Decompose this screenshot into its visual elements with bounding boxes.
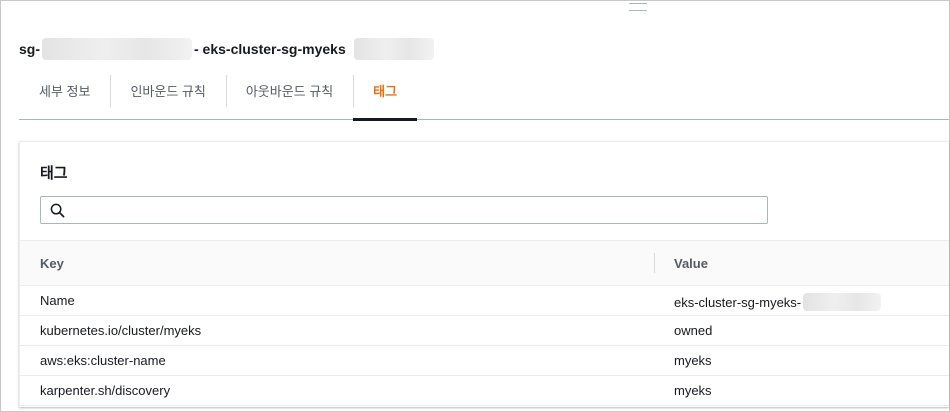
tags-table: Key Value Name eks-cluster-sg-myeks- kub…: [20, 240, 949, 406]
table-row: karpenter.sh/discovery myeks: [20, 376, 949, 406]
table-row: Name eks-cluster-sg-myeks-: [20, 286, 949, 316]
column-divider[interactable]: [654, 253, 655, 273]
search-icon: [50, 203, 65, 218]
tag-value: eks-cluster-sg-myeks-: [674, 293, 882, 311]
search-input[interactable]: [73, 197, 763, 225]
redacted-id: [42, 38, 192, 60]
column-header-key[interactable]: Key: [40, 256, 64, 271]
tag-key: Name: [40, 293, 75, 308]
panel-title: 태그: [40, 165, 68, 182]
tag-value: myeks: [674, 353, 712, 368]
page-title: sg- - eks-cluster-sg-myeks: [19, 38, 434, 60]
drag-handle-icon[interactable]: [629, 3, 647, 11]
table-row: aws:eks:cluster-name myeks: [20, 346, 949, 376]
tab-details[interactable]: 세부 정보: [19, 71, 110, 119]
table-row: kubernetes.io/cluster/myeks owned: [20, 316, 949, 346]
tag-value: myeks: [674, 383, 712, 398]
title-prefix: sg-: [19, 41, 40, 57]
column-header-value[interactable]: Value: [674, 256, 708, 271]
redacted-id: [803, 293, 882, 311]
tag-key: karpenter.sh/discovery: [40, 383, 171, 398]
tag-value: owned: [674, 323, 713, 338]
tag-key: aws:eks:cluster-name: [40, 353, 166, 368]
table-header: Key Value: [20, 240, 949, 286]
tab-outbound-rules[interactable]: 아웃바운드 규칙: [225, 71, 353, 119]
redacted-id: [353, 38, 434, 60]
title-suffix: - eks-cluster-sg-myeks: [194, 41, 346, 57]
tab-bar: 세부 정보 인바운드 규칙 아웃바운드 규칙 태그: [19, 71, 949, 121]
tab-inbound-rules[interactable]: 인바운드 규칙: [110, 71, 225, 119]
search-box[interactable]: [40, 196, 768, 225]
tab-tags[interactable]: 태그: [353, 71, 418, 121]
tags-panel: 태그 Key Value Name eks-cluster-sg-myeks- …: [19, 141, 949, 407]
tag-key: kubernetes.io/cluster/myeks: [40, 323, 202, 338]
